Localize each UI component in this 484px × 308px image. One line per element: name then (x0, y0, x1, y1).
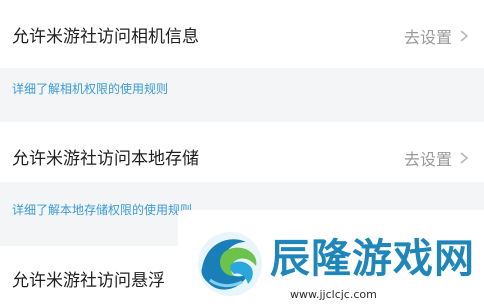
storage-permission-rules-link[interactable]: 详细了解本地存储权限的使用规则 (12, 201, 192, 218)
camera-permission-rules-link[interactable]: 详细了解相机权限的使用规则 (12, 80, 168, 97)
wave-logo-icon (198, 232, 262, 296)
go-settings-label: 去设置 (403, 28, 452, 47)
setting-row-camera[interactable]: 允许米游社访问相机信息 去设置 (0, 0, 484, 68)
setting-title-camera: 允许米游社访问相机信息 (12, 27, 199, 47)
watermark-site-name: 辰隆游戏网 (270, 236, 475, 282)
site-watermark: 辰隆游戏网 www.jjclcjc.com (178, 210, 484, 308)
watermark-url: www.jjclcjc.com (290, 288, 377, 301)
chevron-right-icon (460, 152, 469, 164)
go-settings-button-camera[interactable]: 去设置 (404, 24, 470, 48)
chevron-right-icon (460, 30, 469, 42)
setting-row-storage[interactable]: 允许米游社访问本地存储 去设置 (0, 122, 484, 182)
go-settings-label: 去设置 (403, 150, 452, 169)
setting-title-floating: 允许米游社访问悬浮 (12, 271, 165, 291)
setting-title-storage: 允许米游社访问本地存储 (12, 149, 199, 169)
go-settings-button-storage[interactable]: 去设置 (404, 146, 470, 170)
